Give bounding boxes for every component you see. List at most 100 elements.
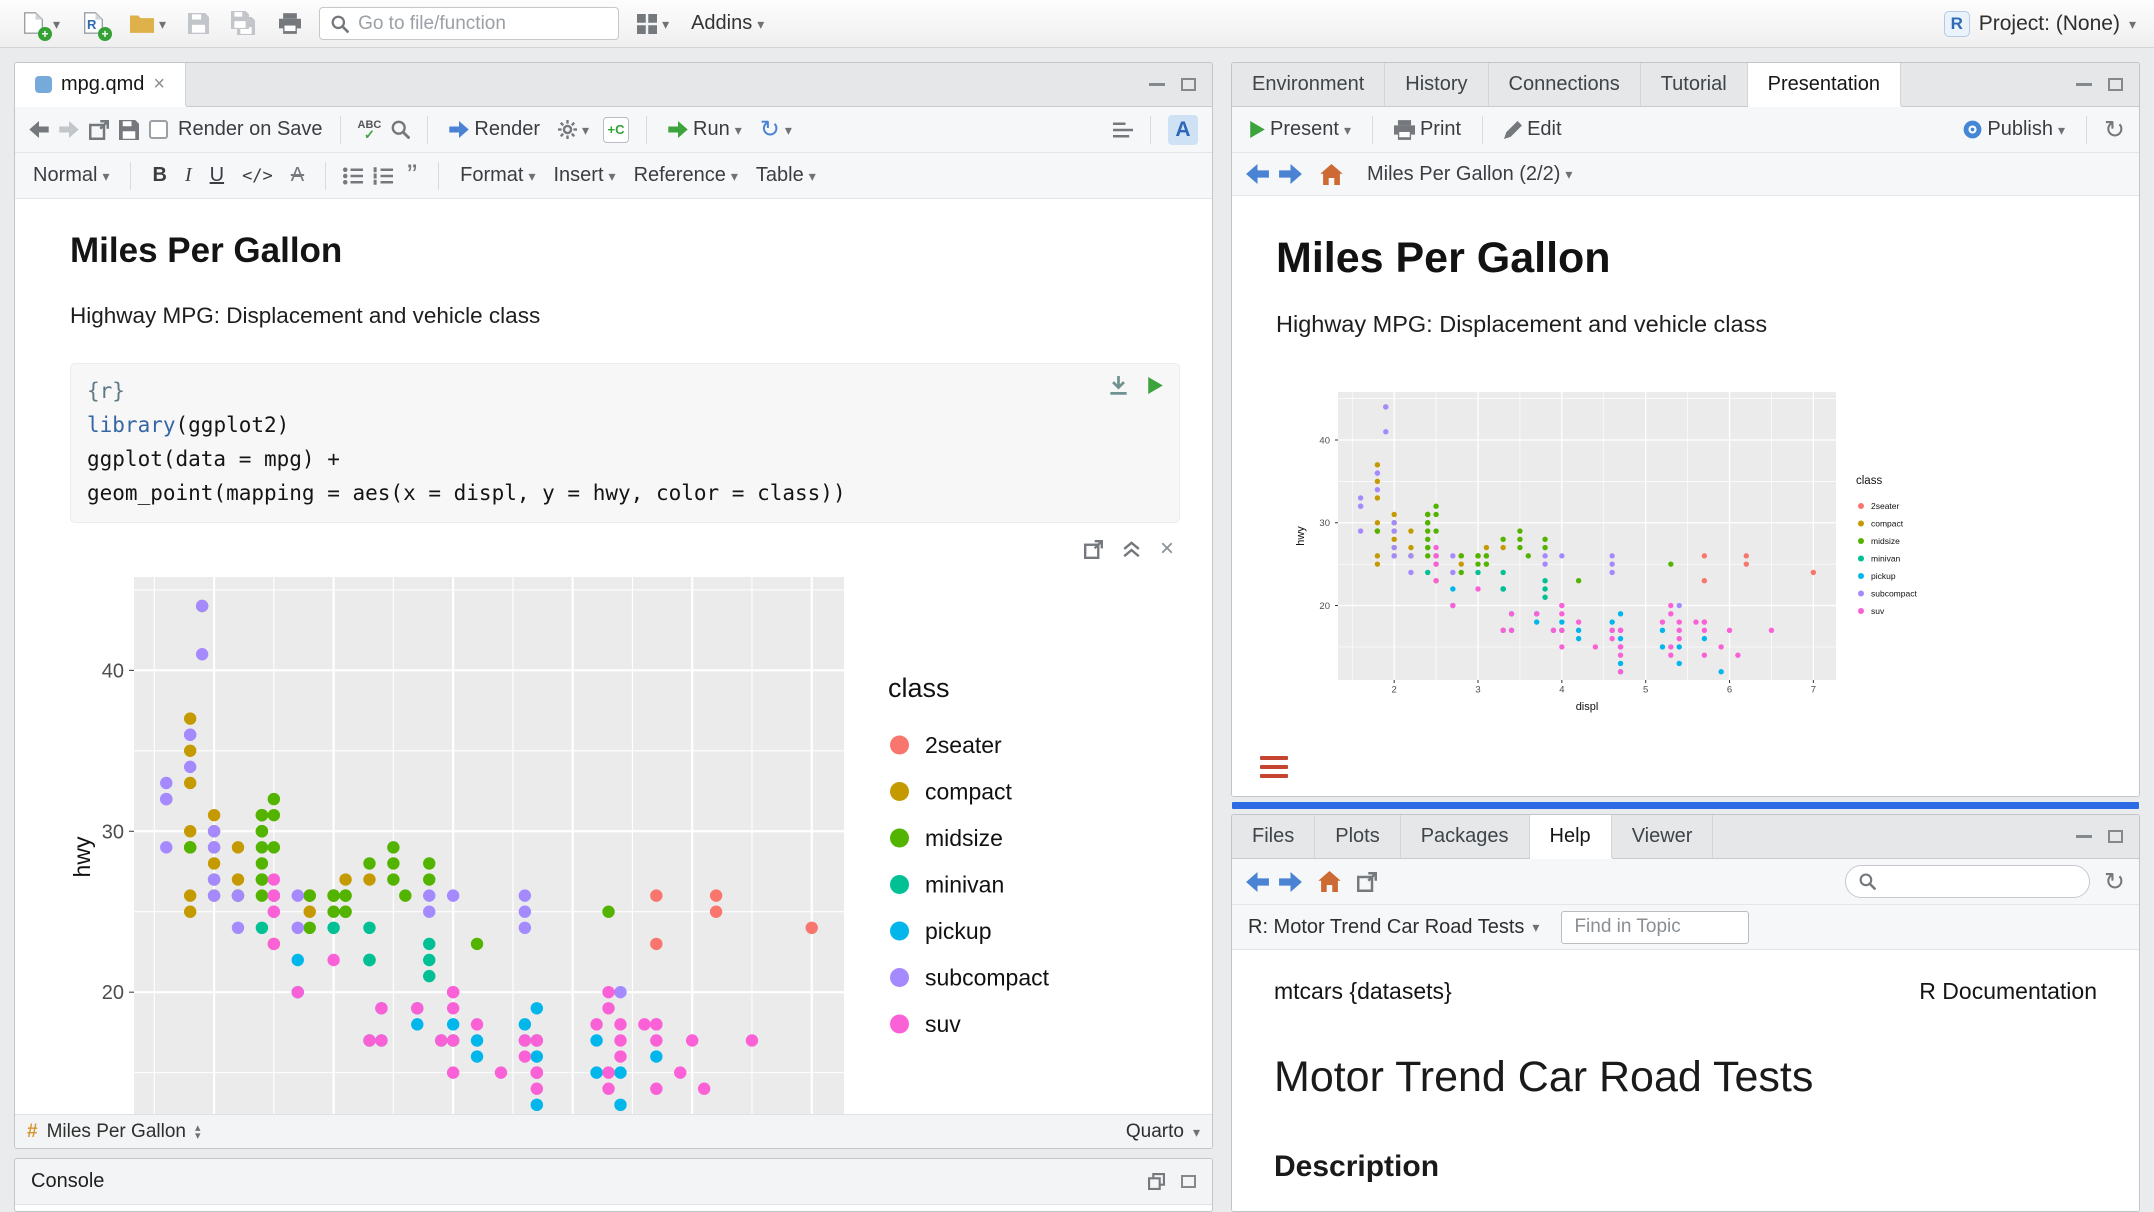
- help-search-box[interactable]: [1845, 865, 2090, 898]
- slide-menu-icon[interactable]: [1260, 756, 1288, 778]
- pane-resize-divider[interactable]: [1232, 802, 2139, 809]
- help-topic-selector[interactable]: R: Motor Trend Car Road Tests ▾: [1248, 916, 1539, 939]
- render-on-save-checkbox[interactable]: [149, 120, 168, 139]
- document-outline-icon[interactable]: [1113, 121, 1133, 139]
- collapse-output-icon[interactable]: [1123, 541, 1140, 558]
- tab-environment[interactable]: Environment: [1232, 63, 1385, 106]
- section-jump-icon[interactable]: ▴▾: [195, 1124, 201, 1140]
- publish-button[interactable]: Publish ▾: [1959, 115, 2069, 144]
- tab-help[interactable]: Help: [1530, 815, 1612, 858]
- maximize-pane-icon[interactable]: [2108, 78, 2123, 91]
- slide-selector[interactable]: Miles Per Gallon (2/2) ▾: [1363, 160, 1576, 189]
- goto-file-input[interactable]: [358, 13, 607, 35]
- present-button[interactable]: Present ▾: [1246, 115, 1355, 144]
- show-in-window-icon[interactable]: [1084, 540, 1103, 559]
- console-title: Console: [31, 1170, 104, 1193]
- document-mode[interactable]: Quarto: [1126, 1121, 1184, 1143]
- paragraph-style-select[interactable]: Normal ▾: [29, 161, 113, 190]
- render-button[interactable]: Render: [445, 115, 544, 144]
- restore-pane-icon[interactable]: [1148, 1173, 1165, 1190]
- tab-tutorial[interactable]: Tutorial: [1641, 63, 1748, 106]
- section-location[interactable]: Miles Per Gallon: [47, 1121, 186, 1143]
- blockquote-icon[interactable]: ”: [403, 166, 421, 186]
- reference-menu[interactable]: Reference ▾: [630, 161, 742, 190]
- bullet-list-icon[interactable]: [343, 167, 363, 185]
- italic-button[interactable]: I: [181, 161, 196, 190]
- run-chunk-icon[interactable]: [1148, 377, 1163, 394]
- svg-text:40: 40: [102, 660, 124, 682]
- minimize-pane-icon[interactable]: [2076, 83, 2092, 86]
- popout-window-icon[interactable]: [89, 120, 109, 140]
- tab-connections[interactable]: Connections: [1489, 63, 1641, 106]
- insert-menu[interactable]: Insert ▾: [550, 161, 620, 190]
- svg-text:hwy: hwy: [70, 836, 95, 877]
- bold-button[interactable]: B: [148, 161, 170, 190]
- new-project-button[interactable]: R +: [78, 8, 112, 40]
- minimize-pane-icon[interactable]: [1149, 83, 1165, 86]
- run-button[interactable]: Run ▾: [664, 115, 746, 144]
- tab-viewer[interactable]: Viewer: [1612, 815, 1714, 858]
- edit-presentation-button[interactable]: Edit: [1500, 115, 1565, 144]
- help-back-icon[interactable]: [1246, 872, 1269, 892]
- maximize-pane-icon[interactable]: [1181, 1175, 1196, 1188]
- tab-mpg-qmd[interactable]: mpg.qmd ×: [15, 63, 186, 106]
- rerun-button[interactable]: ↻ ▾: [756, 117, 796, 143]
- caret-down-icon: ▾: [2129, 17, 2136, 31]
- workspace-panes-button[interactable]: ▾: [633, 11, 673, 37]
- tab-files[interactable]: Files: [1232, 815, 1315, 858]
- maximize-pane-icon[interactable]: [1181, 78, 1196, 91]
- run-all-above-icon[interactable]: [1109, 376, 1128, 395]
- print-presentation-button[interactable]: Print: [1390, 115, 1465, 144]
- quarto-file-icon: [35, 76, 52, 93]
- open-file-button[interactable]: ▾: [126, 11, 170, 36]
- forward-icon[interactable]: [59, 121, 79, 138]
- home-icon[interactable]: [1320, 164, 1343, 185]
- tab-plots[interactable]: Plots: [1315, 815, 1400, 858]
- visual-mode-toggle[interactable]: A: [1168, 115, 1198, 145]
- new-file-button[interactable]: + ▾: [18, 8, 64, 40]
- visual-format-toolbar: Normal ▾ B I U </> A ” Format ▾: [15, 153, 1212, 199]
- refresh-icon[interactable]: ↻: [2104, 872, 2125, 892]
- clear-output-icon[interactable]: ×: [1160, 535, 1174, 563]
- format-menu[interactable]: Format ▾: [456, 161, 539, 190]
- maximize-pane-icon[interactable]: [2108, 830, 2123, 843]
- clear-formatting-button[interactable]: A: [287, 161, 308, 190]
- code-chunk[interactable]: {r} library(ggplot2)ggplot(data = mpg) +…: [70, 363, 1180, 523]
- help-forward-icon[interactable]: [1279, 872, 1302, 892]
- slide-forward-icon[interactable]: [1279, 164, 1302, 184]
- project-selector[interactable]: R Project: (None) ▾: [1944, 11, 2136, 37]
- tab-history[interactable]: History: [1385, 63, 1488, 106]
- slide-back-icon[interactable]: [1246, 164, 1269, 184]
- lower-right-tabbar: Files Plots Packages Help Viewer: [1232, 815, 2139, 859]
- svg-text:4: 4: [1559, 685, 1564, 696]
- underline-button[interactable]: U: [206, 161, 228, 190]
- find-replace-icon[interactable]: [391, 120, 410, 139]
- close-tab-icon[interactable]: ×: [153, 73, 165, 96]
- render-settings-button[interactable]: ▾: [554, 117, 593, 142]
- back-icon[interactable]: [29, 121, 49, 138]
- section-icon: #: [27, 1121, 38, 1143]
- tab-presentation[interactable]: Presentation: [1748, 63, 1901, 106]
- run-icon: [668, 121, 688, 138]
- refresh-icon[interactable]: ↻: [2104, 120, 2125, 140]
- print-button[interactable]: [275, 10, 305, 37]
- save-button[interactable]: [184, 10, 213, 37]
- goto-file-search[interactable]: [319, 7, 619, 40]
- table-menu[interactable]: Table ▾: [752, 161, 820, 190]
- visual-editor-document[interactable]: Miles Per Gallon Highway MPG: Displaceme…: [15, 199, 1212, 1114]
- home-icon[interactable]: [1318, 871, 1341, 892]
- minimize-pane-icon[interactable]: [2076, 835, 2092, 838]
- save-icon[interactable]: [119, 120, 139, 140]
- code-format-button[interactable]: </>: [238, 163, 277, 189]
- show-in-window-icon[interactable]: [1357, 872, 1377, 892]
- help-search-input[interactable]: [1885, 871, 2076, 893]
- tab-packages[interactable]: Packages: [1401, 815, 1530, 858]
- insert-chunk-icon[interactable]: +C: [603, 117, 629, 143]
- numbered-list-icon[interactable]: [373, 167, 393, 185]
- chunk-code: library(ggplot2)ggplot(data = mpg) + geo…: [87, 408, 1163, 510]
- spellcheck-icon[interactable]: ABC ✓: [358, 120, 382, 140]
- find-in-topic-input[interactable]: [1561, 911, 1749, 944]
- addins-menu[interactable]: Addins ▾: [687, 9, 768, 38]
- svg-text:minivan: minivan: [925, 872, 1004, 898]
- save-all-button[interactable]: [227, 8, 261, 40]
